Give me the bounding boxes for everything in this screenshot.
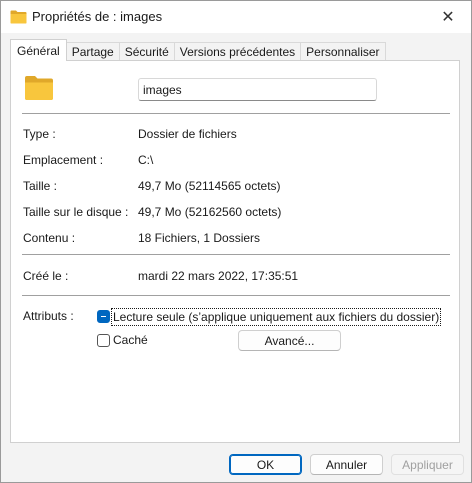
general-panel: Type : Dossier de fichiers Emplacement :… [10, 60, 460, 443]
cancel-button[interactable]: Annuler [310, 454, 383, 475]
folder-name-input[interactable] [138, 78, 377, 101]
attributes-label: Attributs : [23, 309, 74, 323]
tab-strip: Général Partage Sécurité Versions précéd… [10, 39, 386, 61]
tab-previous-versions[interactable]: Versions précédentes [173, 42, 302, 61]
folder-icon [25, 76, 53, 100]
location-value: C:\ [138, 153, 154, 167]
size-value: 49,7 Mo (52114565 octets) [138, 179, 281, 193]
window-title: Propriétés de : images [32, 9, 163, 24]
close-icon: ✕ [441, 9, 455, 26]
tab-security[interactable]: Sécurité [118, 42, 175, 61]
tab-sharing[interactable]: Partage [65, 42, 120, 61]
hidden-checkbox[interactable] [97, 334, 110, 347]
readonly-checkbox[interactable] [97, 310, 110, 323]
divider [22, 113, 450, 114]
advanced-button[interactable]: Avancé... [238, 330, 341, 351]
type-value: Dossier de fichiers [138, 127, 237, 141]
properties-dialog: Propriétés de : images ✕ Général Partage… [0, 0, 472, 483]
folder-icon [10, 10, 27, 24]
tab-customize[interactable]: Personnaliser [300, 42, 386, 61]
divider [22, 295, 450, 296]
created-value: mardi 22 mars 2022, 17:35:51 [138, 269, 299, 283]
tab-general[interactable]: Général [10, 39, 67, 61]
apply-button: Appliquer [391, 454, 464, 475]
contents-value: 18 Fichiers, 1 Dossiers [138, 231, 261, 245]
title-bar[interactable]: Propriétés de : images ✕ [1, 1, 471, 33]
divider [22, 254, 450, 255]
type-label: Type : [23, 127, 56, 141]
contents-label: Contenu : [23, 231, 76, 245]
size-label: Taille : [23, 179, 58, 193]
hidden-label[interactable]: Caché [113, 333, 148, 347]
disk-size-value: 49,7 Mo (52162560 octets) [138, 205, 282, 219]
disk-size-label: Taille sur le disque : [23, 205, 129, 219]
location-label: Emplacement : [23, 153, 104, 167]
ok-button[interactable]: OK [229, 454, 302, 475]
readonly-label[interactable]: Lecture seule (s’applique uniquement aux… [110, 308, 442, 326]
close-button[interactable]: ✕ [425, 1, 471, 33]
created-label: Créé le : [23, 269, 69, 283]
